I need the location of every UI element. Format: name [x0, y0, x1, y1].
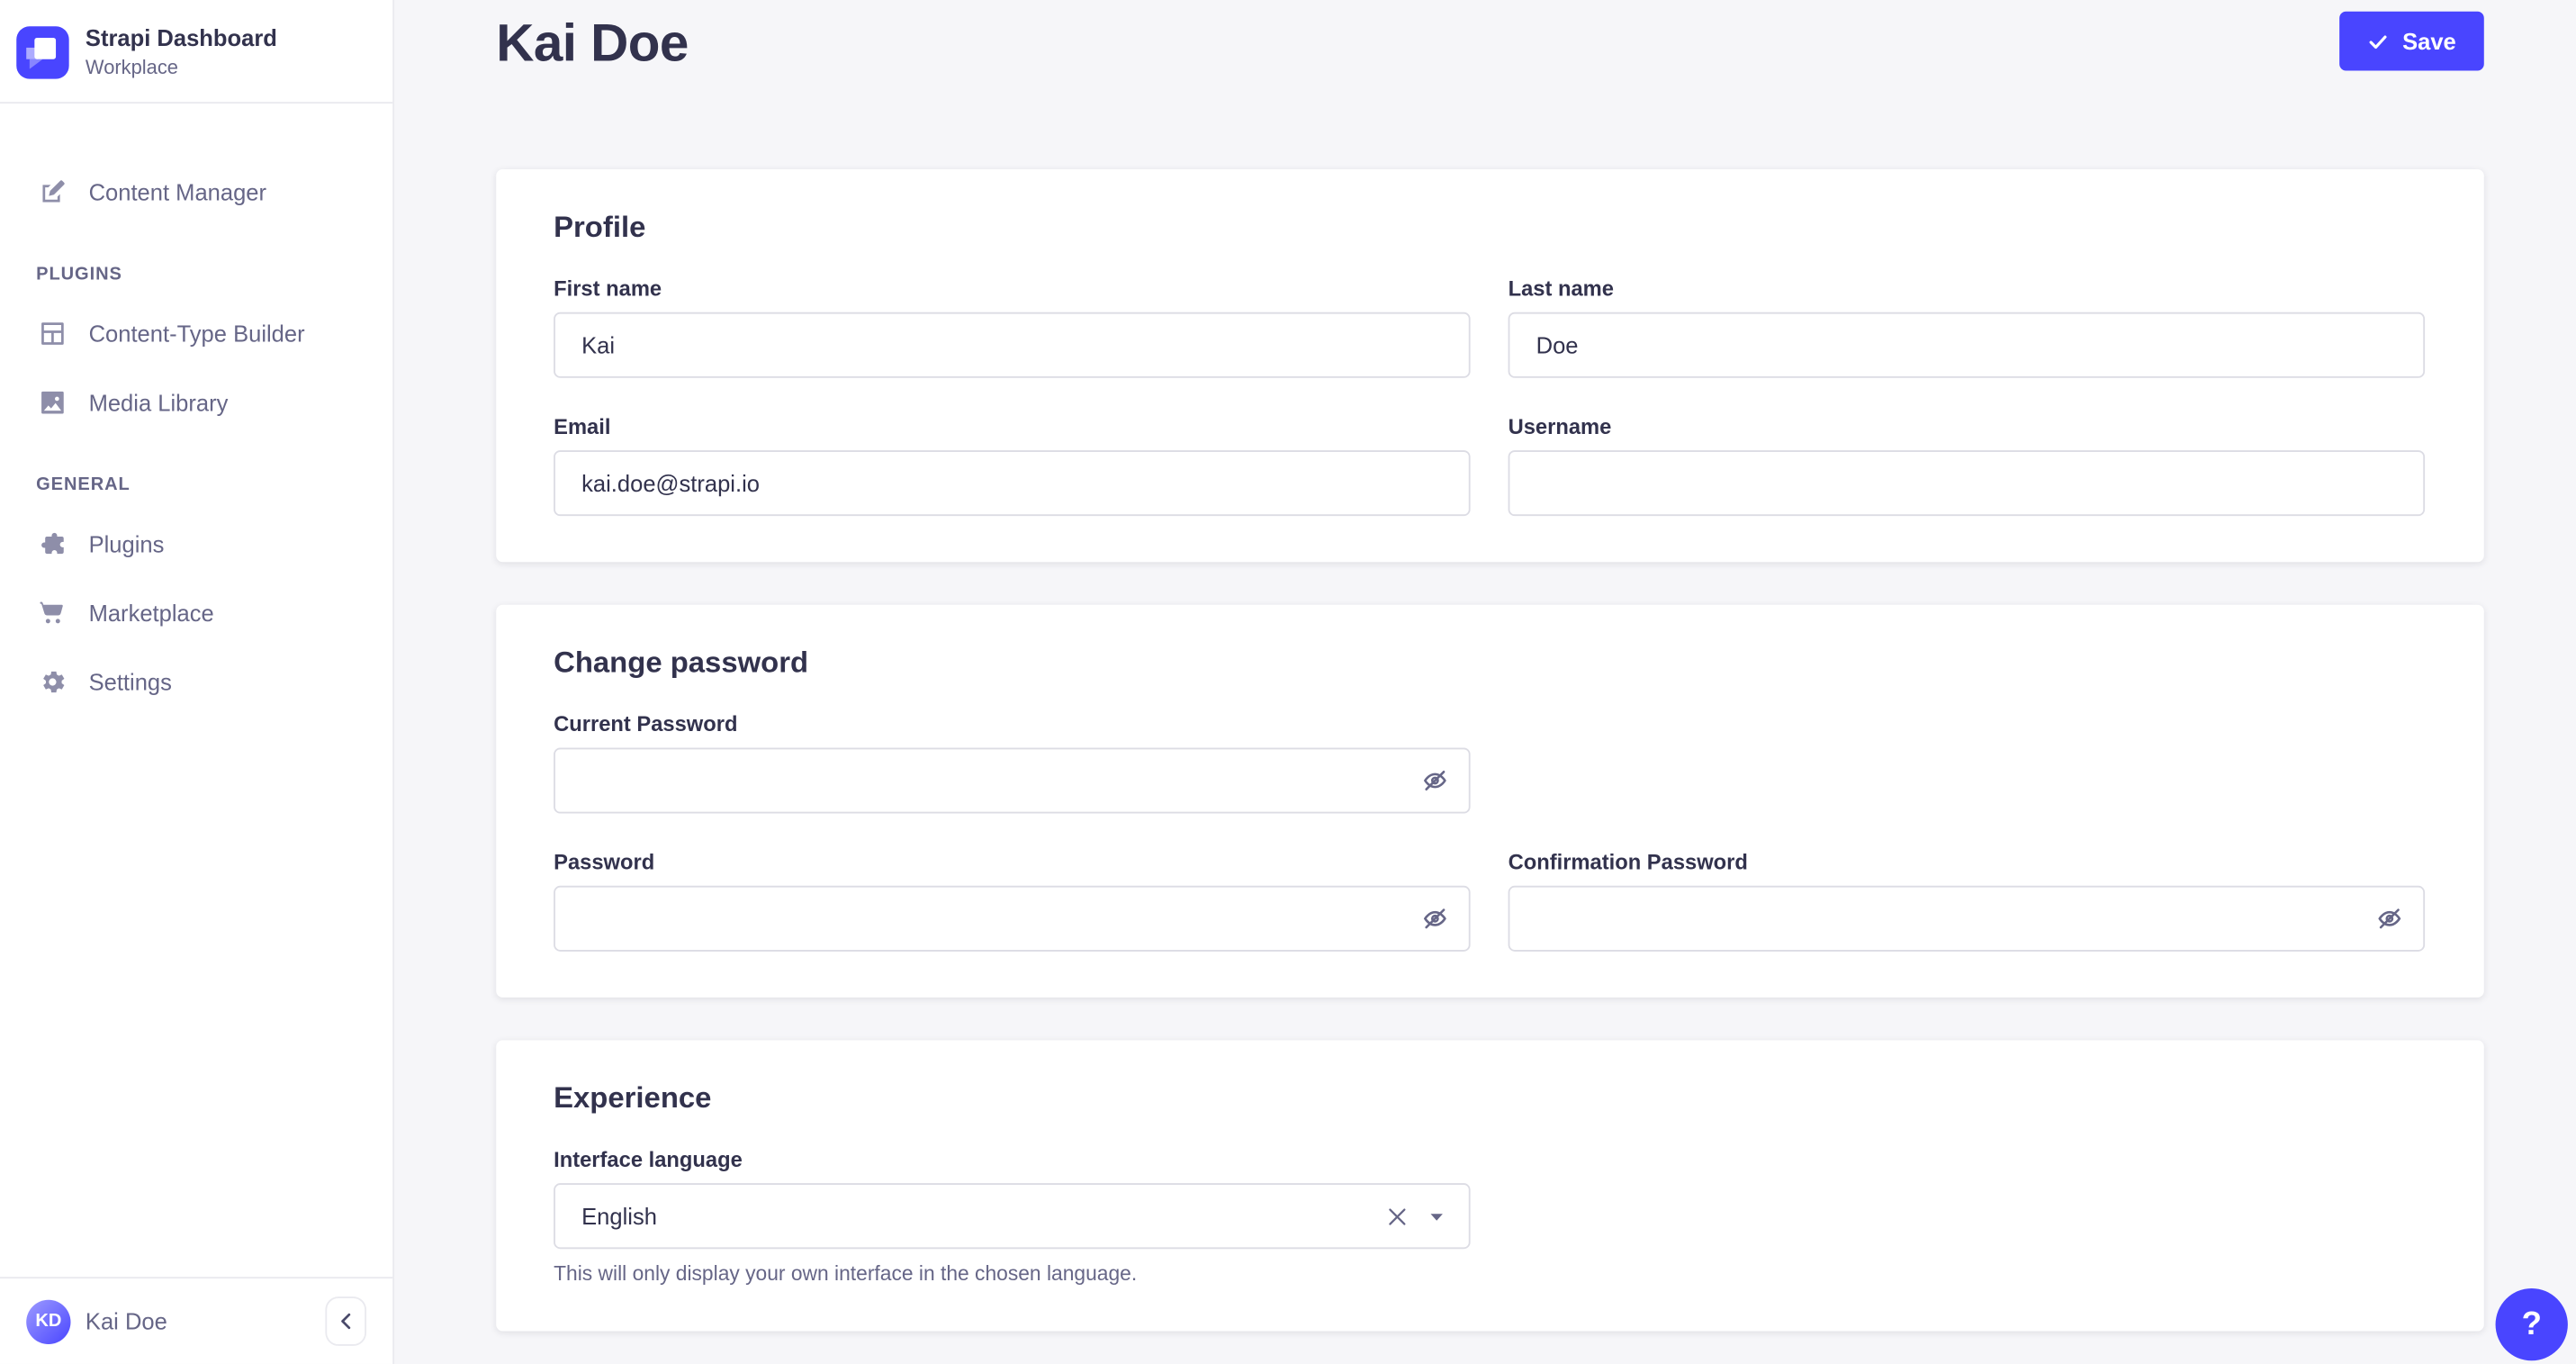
eye-off-icon — [1421, 913, 1449, 937]
sidebar-item-content-type-builder[interactable]: Content-Type Builder — [20, 304, 373, 364]
last-name-label: Last name — [1509, 276, 2425, 301]
strapi-logo-icon — [16, 25, 68, 77]
first-name-field-group: First name — [554, 276, 1470, 378]
interface-language-value: English — [581, 1203, 1385, 1229]
password-field-group: Password — [554, 850, 1470, 952]
password-input[interactable] — [554, 886, 1470, 952]
interface-language-select[interactable]: English — [554, 1183, 1470, 1249]
main-content: Kai Doe Save Profile First name — [394, 0, 2576, 1364]
confirmation-password-input[interactable] — [1509, 886, 2425, 952]
last-name-input[interactable] — [1509, 312, 2425, 378]
page-title: Kai Doe — [496, 14, 689, 75]
help-button[interactable]: ? — [2496, 1288, 2568, 1360]
username-input[interactable] — [1509, 450, 2425, 516]
sidebar-item-plugins[interactable]: Plugins — [20, 514, 373, 574]
image-icon — [36, 386, 69, 420]
sidebar-item-label: Content Manager — [89, 179, 266, 205]
chevron-down-icon[interactable] — [1428, 1207, 1446, 1225]
sidebar-item-label: Marketplace — [89, 600, 214, 626]
interface-language-label: Interface language — [554, 1147, 1470, 1171]
toggle-password-visibility-button[interactable] — [1418, 901, 1452, 935]
user-name: Kai Doe — [86, 1308, 167, 1334]
cart-icon — [36, 597, 69, 630]
app-title: Strapi Dashboard — [86, 23, 277, 54]
current-password-input[interactable] — [554, 747, 1470, 813]
interface-language-field-group: Interface language English — [554, 1147, 1470, 1285]
toggle-current-password-visibility-button[interactable] — [1418, 763, 1452, 798]
puzzle-icon — [36, 528, 69, 561]
workspace-name: Workplace — [86, 54, 277, 81]
experience-heading: Experience — [554, 1081, 2425, 1116]
chevron-left-icon — [336, 1312, 356, 1332]
profile-card: Profile First name Last name Email — [496, 169, 2484, 562]
change-password-heading: Change password — [554, 646, 2425, 680]
layout-icon — [36, 317, 69, 350]
current-password-field-group: Current Password — [554, 711, 1470, 813]
eye-off-icon — [1421, 775, 1449, 799]
pen-icon — [36, 176, 69, 209]
sidebar-item-label: Plugins — [89, 531, 165, 557]
change-password-card: Change password Current Password — [496, 605, 2484, 998]
clear-icon[interactable] — [1385, 1204, 1410, 1228]
sidebar-item-label: Settings — [89, 669, 172, 695]
interface-language-hint: This will only display your own interfac… — [554, 1262, 1470, 1286]
first-name-input[interactable] — [554, 312, 1470, 378]
sidebar-section-general: GENERAL — [36, 475, 356, 495]
username-label: Username — [1509, 414, 2425, 438]
current-password-label: Current Password — [554, 711, 1470, 736]
strapi-dashboard-page: Strapi Dashboard Workplace Content Manag… — [0, 0, 2576, 1364]
sidebar-item-content-manager[interactable]: Content Manager — [20, 163, 373, 222]
question-mark-icon: ? — [2522, 1305, 2542, 1343]
password-label: Password — [554, 850, 1470, 874]
workspace-switcher[interactable]: Strapi Dashboard Workplace — [0, 0, 392, 104]
confirmation-password-field-group: Confirmation Password — [1509, 850, 2425, 952]
avatar: KD — [26, 1299, 70, 1343]
confirmation-password-label: Confirmation Password — [1509, 850, 2425, 874]
email-field-group: Email — [554, 414, 1470, 516]
last-name-field-group: Last name — [1509, 276, 2425, 378]
sidebar-nav: Content Manager PLUGINS Content-Type Bui… — [0, 104, 392, 1277]
sidebar-section-plugins: PLUGINS — [36, 265, 356, 285]
username-field-group: Username — [1509, 414, 2425, 516]
toggle-confirmation-password-visibility-button[interactable] — [2373, 901, 2407, 935]
first-name-label: First name — [554, 276, 1470, 301]
check-icon — [2368, 31, 2390, 52]
gear-icon — [36, 665, 69, 699]
experience-card: Experience Interface language English — [496, 1040, 2484, 1331]
save-button[interactable]: Save — [2340, 12, 2484, 71]
page-header: Kai Doe Save — [496, 10, 2484, 74]
profile-heading: Profile — [554, 211, 2425, 245]
sidebar-item-marketplace[interactable]: Marketplace — [20, 583, 373, 643]
sidebar-item-settings[interactable]: Settings — [20, 653, 373, 712]
eye-off-icon — [2375, 913, 2403, 937]
collapse-sidebar-button[interactable] — [325, 1296, 366, 1346]
sidebar-item-label: Content-Type Builder — [89, 321, 305, 347]
email-input[interactable] — [554, 450, 1470, 516]
sidebar-item-label: Media Library — [89, 390, 229, 416]
sidebar-user-row[interactable]: KD Kai Doe — [0, 1277, 392, 1364]
sidebar-item-media-library[interactable]: Media Library — [20, 373, 373, 432]
email-label: Email — [554, 414, 1470, 438]
sidebar: Strapi Dashboard Workplace Content Manag… — [0, 0, 394, 1364]
